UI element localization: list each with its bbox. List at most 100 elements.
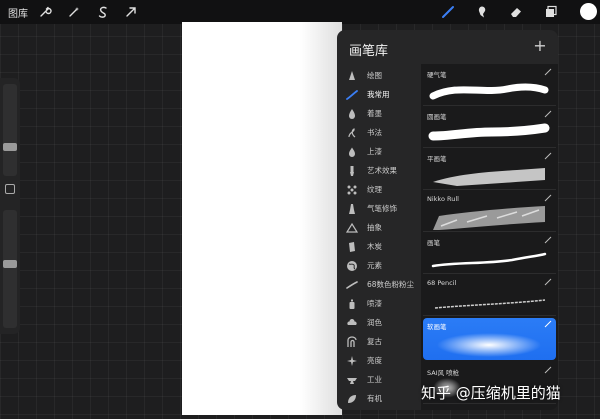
smudge-icon[interactable] xyxy=(474,3,490,21)
brush-category-list: 绘图 我常用 着墨 书法 上漆 艺术效果 纹理 气笔修饰 抽象 木炭 元素 68… xyxy=(337,64,421,410)
category-item-artistic[interactable]: 艺术效果 xyxy=(337,161,421,180)
brush-icon[interactable] xyxy=(440,3,456,21)
category-label: 我常用 xyxy=(367,90,390,99)
spray-can-icon xyxy=(345,297,359,311)
category-label: 元素 xyxy=(367,261,382,270)
edit-brush-icon[interactable] xyxy=(544,320,552,328)
ink-drop-icon xyxy=(345,107,359,121)
magic-wand-icon[interactable] xyxy=(66,3,82,21)
sparkle-icon xyxy=(345,354,359,368)
edit-brush-icon[interactable] xyxy=(544,152,552,160)
brush-stroke-icon xyxy=(345,88,359,102)
category-item-drawing[interactable]: 绘图 xyxy=(337,66,421,85)
cloud-icon xyxy=(345,316,359,330)
category-label: 气笔修饰 xyxy=(367,204,397,213)
modifier-button[interactable] xyxy=(5,184,15,194)
opacity-slider-thumb[interactable] xyxy=(3,259,17,268)
charcoal-icon xyxy=(345,240,359,254)
edit-brush-icon[interactable] xyxy=(544,236,552,244)
add-brush-button[interactable]: + xyxy=(532,38,548,54)
watermark: 知乎 @压缩机里的猫 xyxy=(421,384,561,402)
category-label: 润色 xyxy=(367,318,382,327)
brush-item-brush[interactable]: 画笔 xyxy=(423,234,556,274)
category-label: 亮度 xyxy=(367,356,382,365)
category-item-industrial[interactable]: 工业 xyxy=(337,370,421,389)
selection-s-icon[interactable] xyxy=(95,3,111,21)
brush-stroke-preview xyxy=(429,83,549,100)
texture-grid-icon xyxy=(345,183,359,197)
spray-stroke-icon xyxy=(345,278,359,292)
edit-brush-icon[interactable] xyxy=(544,194,552,202)
edit-brush-icon[interactable] xyxy=(544,68,552,76)
brush-stroke-preview xyxy=(428,123,550,141)
brush-library-panel: 画笔库 + 绘图 我常用 着墨 书法 上漆 艺术效果 纹理 气笔修饰 抽象 木炭… xyxy=(337,30,558,410)
edit-brush-icon[interactable] xyxy=(544,110,552,118)
brush-library-title: 画笔库 xyxy=(349,44,389,59)
category-item-touchups[interactable]: 润色 xyxy=(337,313,421,332)
category-item-abstract[interactable]: 抽象 xyxy=(337,218,421,237)
transform-arrow-icon[interactable] xyxy=(123,3,139,21)
brush-stroke-preview xyxy=(434,299,546,309)
category-label: 着墨 xyxy=(367,109,382,118)
layers-icon[interactable] xyxy=(543,3,559,21)
gallery-button[interactable]: 图库 xyxy=(8,5,28,20)
brush-item-68-pencil[interactable]: 68 Pencil xyxy=(423,276,556,316)
globe-icon xyxy=(345,259,359,273)
category-label: 木炭 xyxy=(367,242,382,251)
category-item-organic[interactable]: 有机 xyxy=(337,389,421,408)
edit-brush-icon[interactable] xyxy=(544,366,552,374)
brush-stroke-preview xyxy=(431,252,547,268)
category-item-inking[interactable]: 着墨 xyxy=(337,104,421,123)
category-label: 纹理 xyxy=(367,185,382,194)
palette-brush-icon xyxy=(345,164,359,178)
category-label: 抽象 xyxy=(367,223,382,232)
category-item-custom-chalk[interactable]: 68数色粉粉尘 xyxy=(337,275,421,294)
category-label: 工业 xyxy=(367,375,382,384)
retro-icon xyxy=(345,335,359,349)
category-label: 有机 xyxy=(367,394,382,403)
calligraphy-icon xyxy=(345,126,359,140)
category-item-luminance[interactable]: 亮度 xyxy=(337,351,421,370)
category-label: 上漆 xyxy=(367,147,382,156)
category-item-retro[interactable]: 复古 xyxy=(337,332,421,351)
brush-size-slider[interactable] xyxy=(3,84,17,176)
brush-list: 硬气笔 圆画笔 平画笔 Nikko Rull 画笔 68 Pencil 软画笔 … xyxy=(421,64,558,410)
left-sidebar xyxy=(0,78,20,334)
anvil-icon xyxy=(345,373,359,387)
category-item-airbrush[interactable]: 气笔修饰 xyxy=(337,199,421,218)
triangle-icon xyxy=(345,221,359,235)
airbrush-icon xyxy=(345,202,359,216)
category-item-calligraphy[interactable]: 书法 xyxy=(337,123,421,142)
brush-stroke-preview xyxy=(433,206,545,230)
leaf-icon xyxy=(345,392,359,406)
category-item-favorites[interactable]: 我常用 xyxy=(337,85,421,104)
brush-item-nikko-rull[interactable]: Nikko Rull xyxy=(423,192,556,232)
brush-item-hard-airbrush[interactable]: 硬气笔 xyxy=(423,66,556,106)
category-label: 绘图 xyxy=(367,71,382,80)
category-label: 艺术效果 xyxy=(367,166,397,175)
edit-brush-icon[interactable] xyxy=(544,278,552,286)
brush-size-slider-thumb[interactable] xyxy=(3,142,17,151)
category-item-elements[interactable]: 元素 xyxy=(337,256,421,275)
category-label: 喷漆 xyxy=(367,299,382,308)
category-label: 书法 xyxy=(367,128,382,137)
eraser-icon[interactable] xyxy=(508,3,524,21)
opacity-slider[interactable] xyxy=(3,210,17,328)
wrench-icon[interactable] xyxy=(37,3,53,21)
brush-item-soft-brush[interactable]: 软画笔 xyxy=(423,318,556,360)
brush-stroke-preview xyxy=(433,168,545,186)
top-toolbar: 图库 xyxy=(0,0,600,24)
brush-stroke-preview xyxy=(437,333,541,357)
pencil-tip-icon xyxy=(345,69,359,83)
category-item-texture[interactable]: 纹理 xyxy=(337,180,421,199)
paint-drop-icon xyxy=(345,145,359,159)
brush-item-flat-brush[interactable]: 平画笔 xyxy=(423,150,556,190)
category-label: 复古 xyxy=(367,337,382,346)
brush-item-round-brush[interactable]: 圆画笔 xyxy=(423,108,556,148)
category-item-spray[interactable]: 喷漆 xyxy=(337,294,421,313)
category-item-charcoal[interactable]: 木炭 xyxy=(337,237,421,256)
category-item-painting[interactable]: 上漆 xyxy=(337,142,421,161)
color-picker-button[interactable] xyxy=(580,3,597,20)
category-label: 68数色粉粉尘 xyxy=(367,280,415,289)
canvas-shadow xyxy=(300,22,342,415)
